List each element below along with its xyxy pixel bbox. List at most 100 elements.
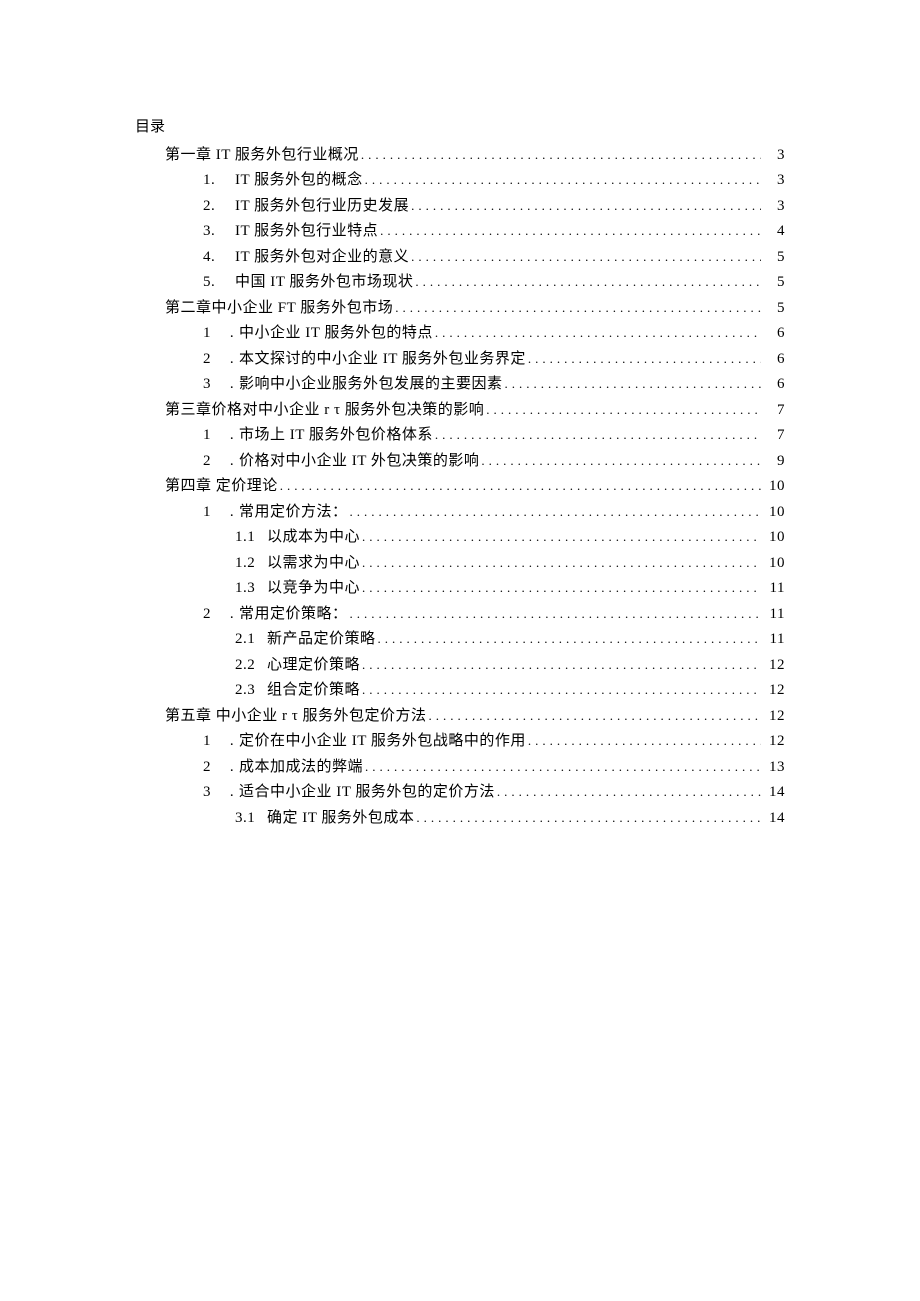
toc-entry: 1.中小企业 IT 服务外包的特点6: [135, 321, 785, 347]
toc-entry-number: 2: [203, 347, 225, 373]
toc-leader-dots: [378, 628, 761, 643]
toc-entry-page: 5: [763, 296, 785, 322]
toc-entry-page: 10: [763, 551, 785, 577]
toc-entry: 2. IT 服务外包行业历史发展 3: [135, 194, 785, 220]
toc-entry-number: 2: [203, 602, 225, 628]
toc-entry-title: 第三章价格对中小企业 r τ 服务外包决策的影响: [165, 398, 484, 424]
toc-entry-page: 14: [763, 806, 785, 832]
toc-leader-dots: [528, 348, 761, 363]
toc-entry: 1.2 以需求为中心 10: [135, 551, 785, 577]
toc-entry-title: 常用定价策略：: [239, 602, 348, 628]
toc-entry-title: 第二章中小企业 FT 服务外包市场: [165, 296, 393, 322]
toc-entry-separator: .: [225, 347, 239, 373]
toc-leader-dots: [361, 144, 761, 159]
toc-entry-page: 6: [763, 372, 785, 398]
toc-entry-separator: .: [225, 780, 239, 806]
toc-leader-dots: [362, 526, 761, 541]
toc-entry-page: 12: [763, 729, 785, 755]
toc-entry-title: 确定 IT 服务外包成本: [267, 806, 414, 832]
toc-entry: 3.适合中小企业 IT 服务外包的定价方法14: [135, 780, 785, 806]
toc-entry-page: 3: [763, 168, 785, 194]
toc-heading: 目录: [135, 115, 785, 141]
toc-entry-number: 2: [203, 449, 225, 475]
toc-entry-title: IT 服务外包行业历史发展: [235, 194, 409, 220]
toc-leader-dots: [380, 220, 761, 235]
toc-entry-number: 3.1: [235, 806, 257, 832]
toc-entry: 1.定价在中小企业 IT 服务外包战略中的作用12: [135, 729, 785, 755]
toc-entry-page: 12: [763, 653, 785, 679]
toc-entry-page: 7: [763, 423, 785, 449]
toc-entry: 2.3 组合定价策略 12: [135, 678, 785, 704]
toc-entry-separator: .: [225, 755, 239, 781]
toc-entry-separator: .: [225, 500, 239, 526]
toc-entry-separator: .: [225, 372, 239, 398]
toc-entry-title: 常用定价方法：: [239, 500, 348, 526]
toc-entry-separator: .: [225, 423, 239, 449]
toc-leader-dots: [435, 322, 761, 337]
toc-entry-page: 4: [763, 219, 785, 245]
toc-entry-number: 1.3: [235, 576, 257, 602]
toc-entry-title: 影响中小企业服务外包发展的主要因素: [239, 372, 503, 398]
toc-leader-dots: [362, 654, 761, 669]
toc-leader-dots: [365, 756, 761, 771]
toc-entry-page: 10: [763, 525, 785, 551]
toc-entry-number: 1.1: [235, 525, 257, 551]
toc-leader-dots: [411, 195, 761, 210]
toc-entry-page: 10: [763, 474, 785, 500]
toc-entry: 2.1新产品定价策略11: [135, 627, 785, 653]
toc-entry: 1.1 以成本为中心 10: [135, 525, 785, 551]
toc-entry-title: 以成本为中心: [267, 525, 360, 551]
toc-entry-title: 以需求为中心: [267, 551, 360, 577]
toc-leader-dots: [362, 552, 761, 567]
toc-entry-number: 1: [203, 729, 225, 755]
toc-entry-page: 11: [763, 602, 785, 628]
toc-entry-number: 1.2: [235, 551, 257, 577]
toc-entry-title: 适合中小企业 IT 服务外包的定价方法: [239, 780, 495, 806]
toc-entry-number: 1: [203, 500, 225, 526]
toc-entry-title: 第五章 中小企业 r τ 服务外包定价方法: [165, 704, 427, 730]
toc-leader-dots: [350, 501, 761, 516]
toc-entry: 第四章 定价理论10: [135, 474, 785, 500]
toc-entry-title: 本文探讨的中小企业 IT 服务外包业务界定: [239, 347, 526, 373]
toc-entry-page: 10: [763, 500, 785, 526]
toc-entry-separator: .: [225, 602, 239, 628]
toc-entry-number: 5.: [203, 270, 225, 296]
toc-entry-number: 4.: [203, 245, 225, 271]
toc-entry: 第三章价格对中小企业 r τ 服务外包决策的影响7: [135, 398, 785, 424]
toc-leader-dots: [429, 705, 761, 720]
toc-entry-page: 5: [763, 270, 785, 296]
toc-entry-number: 3: [203, 372, 225, 398]
toc-entry-number: 2.: [203, 194, 225, 220]
toc-entry: 第五章 中小企业 r τ 服务外包定价方法 12: [135, 704, 785, 730]
toc-entry-number: 2.3: [235, 678, 257, 704]
toc-leader-dots: [411, 246, 761, 261]
toc-entry-page: 3: [763, 194, 785, 220]
toc-leader-dots: [416, 807, 761, 822]
toc-entry-page: 6: [763, 321, 785, 347]
toc-entry: 3.1 确定 IT 服务外包成本 14: [135, 806, 785, 832]
toc-entry: 2.常用定价策略： 11: [135, 602, 785, 628]
toc-entry: 2.价格对中小企业 IT 外包决策的影响9: [135, 449, 785, 475]
toc-leader-dots: [280, 475, 761, 490]
document-page: 目录 第一章 IT 服务外包行业概况31.IT 服务外包的概念32.IT 服务外…: [0, 0, 920, 1301]
toc-entry: 4. IT 服务外包对企业的意义 5: [135, 245, 785, 271]
toc-entry: 1.IT 服务外包的概念3: [135, 168, 785, 194]
toc-entry-page: 12: [763, 704, 785, 730]
toc-entry-page: 14: [763, 780, 785, 806]
toc-entry-title: 成本加成法的弊端: [239, 755, 363, 781]
toc-entry-number: 2.2: [235, 653, 257, 679]
toc-entry-number: 2: [203, 755, 225, 781]
toc-entry-title: 组合定价策略: [267, 678, 360, 704]
toc-list: 第一章 IT 服务外包行业概况31.IT 服务外包的概念32.IT 服务外包行业…: [135, 143, 785, 832]
toc-entry-page: 13: [763, 755, 785, 781]
toc-entry: 2.2心理定价策略12: [135, 653, 785, 679]
toc-entry: 3.影响中小企业服务外包发展的主要因素 6: [135, 372, 785, 398]
toc-entry: 2.成本加成法的弊端 13: [135, 755, 785, 781]
toc-entry-title: IT 服务外包行业特点: [235, 219, 378, 245]
toc-entry-page: 5: [763, 245, 785, 271]
toc-entry-separator: .: [225, 321, 239, 347]
toc-entry-number: 1.: [203, 168, 225, 194]
toc-entry-title: IT 服务外包对企业的意义: [235, 245, 409, 271]
toc-leader-dots: [497, 781, 761, 796]
toc-entry-page: 12: [763, 678, 785, 704]
